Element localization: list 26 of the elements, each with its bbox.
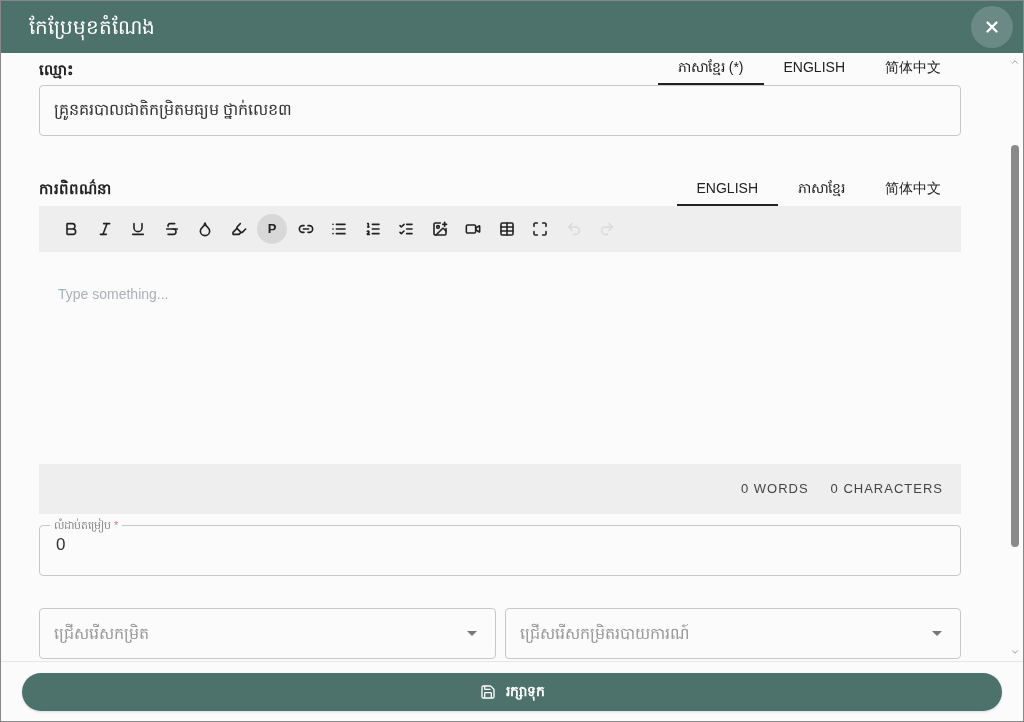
description-label: ការពិពណ៌នា xyxy=(39,178,112,199)
order-input-field[interactable]: លំដាប់តម្រៀប * 0 xyxy=(39,517,961,576)
scrollbar-thumb[interactable] xyxy=(1010,145,1019,547)
name-input-field[interactable]: គ្រូនគរបាលជាតិកម្រិតមធ្យម ថ្នាក់លេខ៣ xyxy=(39,85,961,136)
language-tab[interactable]: 简体中文 xyxy=(865,172,961,206)
word-count: 0 WORDS xyxy=(740,480,809,499)
dropdown-caret-icon xyxy=(466,631,477,636)
select-placeholder: ជ្រើសរើសកម្រិត xyxy=(54,622,149,645)
editor-placeholder: Type something... xyxy=(58,286,169,302)
close-button[interactable] xyxy=(971,6,1013,48)
save-icon xyxy=(479,683,496,700)
dropdown-caret-icon xyxy=(932,631,942,636)
language-tab[interactable]: 简体中文 xyxy=(865,51,961,85)
close-icon xyxy=(983,18,1001,36)
scroll-up-icon xyxy=(1009,57,1020,67)
language-tab[interactable]: ភាសាខ្មែរ xyxy=(778,172,865,206)
language-tab[interactable]: ENGLISH xyxy=(763,51,865,85)
select-placeholder: ជ្រើសរើសកម្រិតរបាយការណ៍ xyxy=(519,622,690,645)
scroll-down-icon xyxy=(1009,647,1020,657)
name-label: ឈ្មោះ xyxy=(39,59,74,81)
order-label: លំដាប់តម្រៀប * xyxy=(54,519,119,531)
paragraph-button[interactable]: P xyxy=(257,214,287,244)
character-count: 0 CHARACTERS xyxy=(830,480,943,499)
order-value: 0 xyxy=(55,533,67,556)
save-button[interactable]: រក្សាទុក xyxy=(22,672,1002,711)
dialog-title: កែប្រែមុខតំណែង xyxy=(29,12,155,42)
